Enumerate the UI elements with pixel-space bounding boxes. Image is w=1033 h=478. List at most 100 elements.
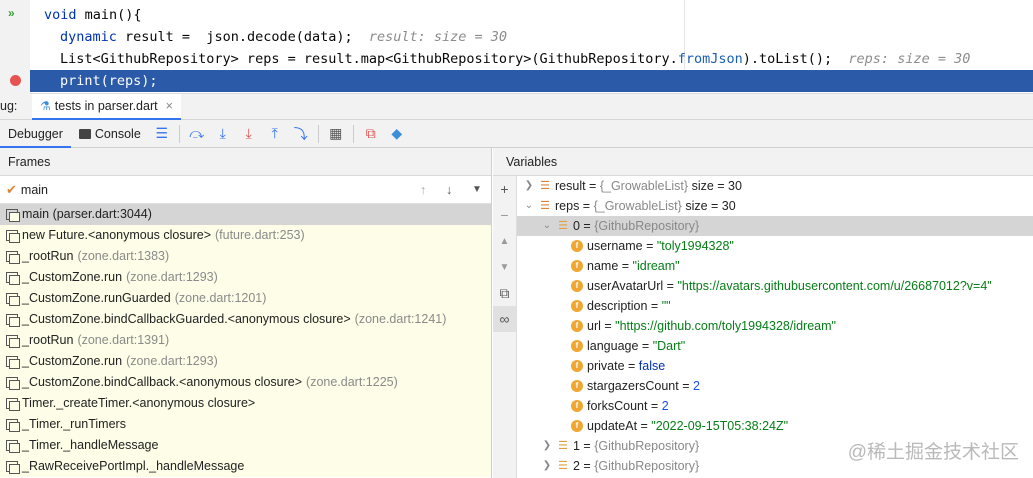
field-row[interactable]: f username = "toly1994328" — [517, 236, 1033, 256]
close-icon[interactable]: × — [166, 99, 173, 113]
code-line-2[interactable]: dynamic result = json.decode(data); resu… — [60, 26, 507, 48]
frame-location: (zone.dart:1293) — [126, 270, 218, 284]
tab-debugger[interactable]: Debugger — [0, 120, 71, 148]
chevron-down-icon[interactable]: ⌄ — [541, 216, 553, 236]
tab-label: tests in parser.dart — [54, 99, 158, 113]
field-name: name — [587, 259, 619, 273]
frame-name: _rootRun — [22, 333, 74, 347]
chevron-right-icon[interactable]: ❯ — [541, 436, 553, 456]
force-step-into-icon[interactable]: ⤓ — [238, 123, 260, 145]
step-out-icon[interactable]: ⤒ — [264, 123, 286, 145]
var-equals: = — [579, 219, 595, 233]
frame-row[interactable]: _Timer._handleMessage — [0, 435, 491, 456]
thread-name: main — [20, 182, 48, 197]
field-icon: f — [571, 320, 583, 332]
frame-row[interactable]: _RawReceivePortImpl._handleMessage — [0, 456, 491, 477]
code-line-1[interactable]: void main(){ — [44, 4, 142, 26]
code-line-3[interactable]: List<GithubRepository> reps = result.map… — [60, 48, 970, 70]
thread-selector[interactable]: ✔ main ↑ ↓ ▼ — [0, 176, 491, 204]
var-equals: = — [579, 459, 595, 473]
frame-row[interactable]: new Future.<anonymous closure> (future.da… — [0, 225, 491, 246]
frame-row[interactable]: Timer._createTimer.<anonymous closure> — [0, 393, 491, 414]
frame-name: _rootRun — [22, 249, 74, 263]
chevron-down-icon[interactable]: ⌄ — [523, 196, 535, 216]
code-line-4-current[interactable]: print(reps); — [30, 70, 1033, 92]
field-row[interactable]: f language = "Dart" — [517, 336, 1033, 356]
add-watch-icon[interactable]: + — [493, 176, 516, 202]
evaluate-expression-icon[interactable]: ▦ — [325, 123, 347, 145]
move-down-icon[interactable]: ▼ — [493, 254, 516, 280]
frame-name: _Timer._runTimers — [22, 417, 126, 431]
chevron-right-icon[interactable]: ❯ — [523, 176, 535, 196]
frame-icon — [6, 377, 20, 390]
frame-location: (zone.dart:1383) — [77, 249, 170, 263]
field-row[interactable]: f description = "" — [517, 296, 1033, 316]
var-row-result[interactable]: ❯ ☰ result = {_GrowableList} size = 30 — [517, 176, 1033, 196]
field-icon: f — [571, 340, 583, 352]
field-row[interactable]: f updateAt = "2022-09-15T05:38:24Z" — [517, 416, 1033, 436]
frames-panel: Frames ✔ main ↑ ↓ ▼ main (parser.dart:30… — [0, 148, 492, 478]
frame-row[interactable]: _CustomZone.run (zone.dart:1293) — [0, 351, 491, 372]
console-icon — [78, 128, 91, 139]
field-icon: f — [571, 400, 583, 412]
tab-console[interactable]: Console — [71, 120, 149, 148]
move-up-icon[interactable]: ▲ — [493, 228, 516, 254]
down-arrow-icon[interactable]: ↓ — [446, 183, 452, 197]
dart-devtools-icon[interactable]: ◆ — [386, 123, 408, 145]
step-into-icon[interactable]: ⤓ — [212, 123, 234, 145]
frame-name: new Future.<anonymous closure> — [22, 228, 211, 242]
field-row[interactable]: f name = "idream" — [517, 256, 1033, 276]
frame-row[interactable]: _CustomZone.bindCallbackGuarded.<anonymo… — [0, 309, 491, 330]
frame-icon — [6, 419, 20, 432]
field-row[interactable]: f private = false — [517, 356, 1033, 376]
tab-tests-in-parser[interactable]: ⚗ tests in parser.dart × — [32, 94, 181, 120]
frame-row[interactable]: _rootRun (zone.dart:1391) — [0, 330, 491, 351]
field-icon: f — [571, 260, 583, 272]
frame-icon — [6, 461, 20, 474]
frame-row[interactable]: _CustomZone.bindCallback.<anonymous clos… — [0, 372, 491, 393]
field-equals: = — [637, 419, 652, 433]
menu-icon[interactable]: ☰ — [151, 123, 173, 145]
frame-icon — [6, 356, 20, 369]
dropdown-icon[interactable]: ▼ — [472, 184, 482, 195]
field-value: "https://github.com/toly1994328/idream" — [615, 319, 836, 333]
field-row[interactable]: f stargazersCount = 2 — [517, 376, 1033, 396]
field-value: "https://avatars.githubusercontent.com/u… — [677, 279, 992, 293]
frames-header: Frames — [0, 148, 491, 176]
debug-label: ug: — [0, 99, 18, 113]
var-row-item-0[interactable]: ⌄ ☰ 0 = {GithubRepository} — [517, 216, 1033, 236]
code-editor[interactable]: » void main(){ dynamic result = json.dec… — [0, 0, 1033, 94]
frame-row[interactable]: _Timer._runTimers — [0, 414, 491, 435]
field-value: "" — [661, 299, 671, 313]
frame-name: _CustomZone.bindCallback.<anonymous clos… — [22, 375, 303, 389]
glasses-icon[interactable]: ∞ — [493, 306, 516, 332]
field-row[interactable]: f userAvatarUrl = "https://avatars.github… — [517, 276, 1033, 296]
field-value: 2 — [661, 399, 669, 413]
frame-row[interactable]: main (parser.dart:3044) — [0, 204, 491, 225]
field-icon: f — [571, 300, 583, 312]
run-to-cursor-icon[interactable]: ⤵ — [290, 123, 312, 145]
field-row[interactable]: f url = "https://github.com/toly1994328/i… — [517, 316, 1033, 336]
frame-name: _CustomZone.run — [22, 354, 123, 368]
field-equals: = — [642, 239, 657, 253]
frame-name: _RawReceivePortImpl._handleMessage — [22, 459, 245, 473]
frame-row[interactable]: _rootRun (zone.dart:1383) — [0, 246, 491, 267]
frame-row[interactable]: _CustomZone.runGuarded (zone.dart:1201) — [0, 288, 491, 309]
restore-breakpoint-icon[interactable]: ⧉ — [360, 123, 382, 145]
chevron-right-icon[interactable]: ❯ — [541, 456, 553, 476]
up-arrow-icon[interactable]: ↑ — [420, 183, 426, 197]
var-row-reps[interactable]: ⌄ ☰ reps = {_GrowableList} size = 30 — [517, 196, 1033, 216]
copy-icon[interactable]: ⧉ — [493, 280, 516, 306]
frame-icon — [6, 209, 20, 222]
frame-location: (zone.dart:1225) — [306, 375, 398, 389]
var-equals: = — [585, 179, 600, 193]
run-icon[interactable]: » — [8, 6, 15, 20]
step-over-icon[interactable]: ⤼ — [186, 123, 208, 145]
list-icon: ☰ — [540, 180, 550, 192]
console-label: Console — [94, 126, 141, 141]
remove-watch-icon[interactable]: − — [493, 202, 516, 228]
frame-row[interactable]: _CustomZone.run (zone.dart:1293) — [0, 267, 491, 288]
breakpoint-icon[interactable] — [10, 75, 21, 86]
field-equals: = — [663, 279, 678, 293]
field-row[interactable]: f forksCount = 2 — [517, 396, 1033, 416]
